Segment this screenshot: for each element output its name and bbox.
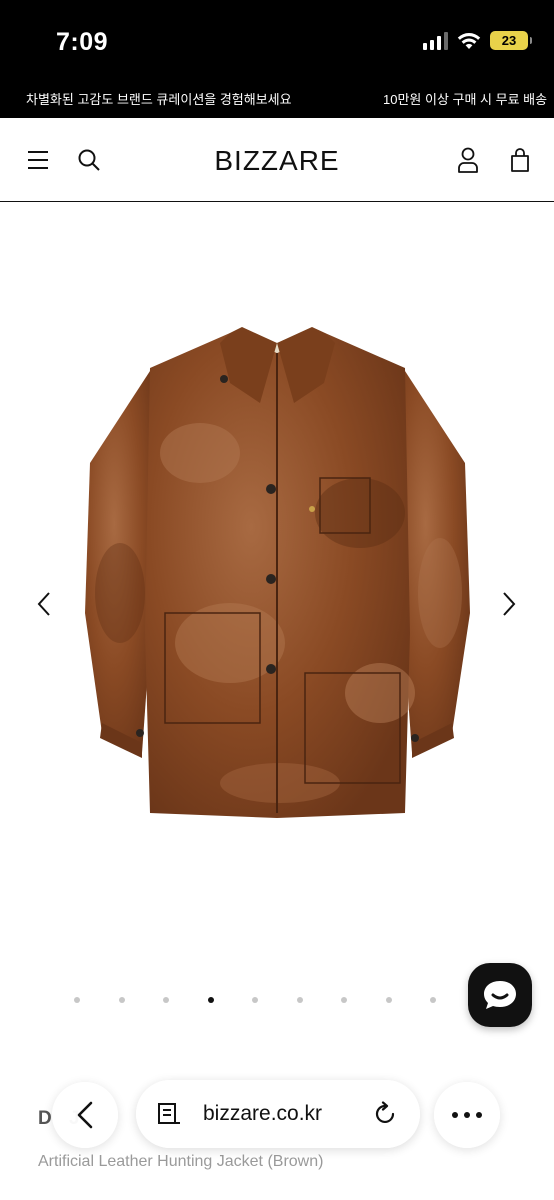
product-image-gallery[interactable] [0,203,554,993]
reader-mode-icon[interactable] [156,1101,182,1127]
reload-icon[interactable] [372,1101,398,1127]
more-options-icon [452,1112,482,1118]
site-header: BIZZARE [0,118,554,202]
battery-level: 23 [501,33,517,48]
promo-text-free-shipping: 10만원 이상 구매 시 무료 배송 [383,92,548,107]
product-image[interactable] [80,313,475,823]
promo-text-curation: 차별화된 고감도 브랜드 큐레이션을 경험해보세요 [26,92,292,107]
pagination-dot[interactable] [296,997,303,1003]
pagination-dot[interactable] [430,997,436,1003]
browser-back-button[interactable] [52,1082,118,1148]
wifi-icon [457,32,481,49]
shopping-bag-icon[interactable] [504,144,536,176]
chat-button[interactable] [468,963,532,1027]
battery-charging-icon: 23 [490,31,532,50]
back-arrow-icon [77,1101,93,1129]
browser-address-bar[interactable]: bizzare.co.kr [136,1080,420,1148]
browser-url[interactable]: bizzare.co.kr [203,1102,322,1126]
pagination-dot[interactable] [74,997,80,1003]
pagination-dot[interactable] [163,997,169,1003]
chevron-left-icon[interactable] [32,589,56,619]
pagination-dot[interactable] [252,997,258,1003]
status-icons: 23 [423,31,532,50]
pagination-dot[interactable] [385,997,392,1003]
chat-bubble-icon [484,981,516,1009]
status-time: 7:09 [56,28,109,56]
status-bar: 7:09 23 [0,0,554,80]
pagination-dot[interactable] [341,997,347,1003]
pagination-dot[interactable] [118,997,125,1003]
cellular-signal-icon [423,31,448,50]
pagination-dot-active[interactable] [207,997,214,1003]
chevron-right-icon[interactable] [497,589,521,619]
product-name: Artificial Leather Hunting Jacket (Brown… [38,1153,324,1170]
user-icon[interactable] [452,144,484,176]
promo-banner[interactable]: 차별화된 고감도 브랜드 큐레이션을 경험해보세요 10만원 이상 구매 시 무… [0,80,554,118]
browser-more-button[interactable] [434,1082,500,1148]
